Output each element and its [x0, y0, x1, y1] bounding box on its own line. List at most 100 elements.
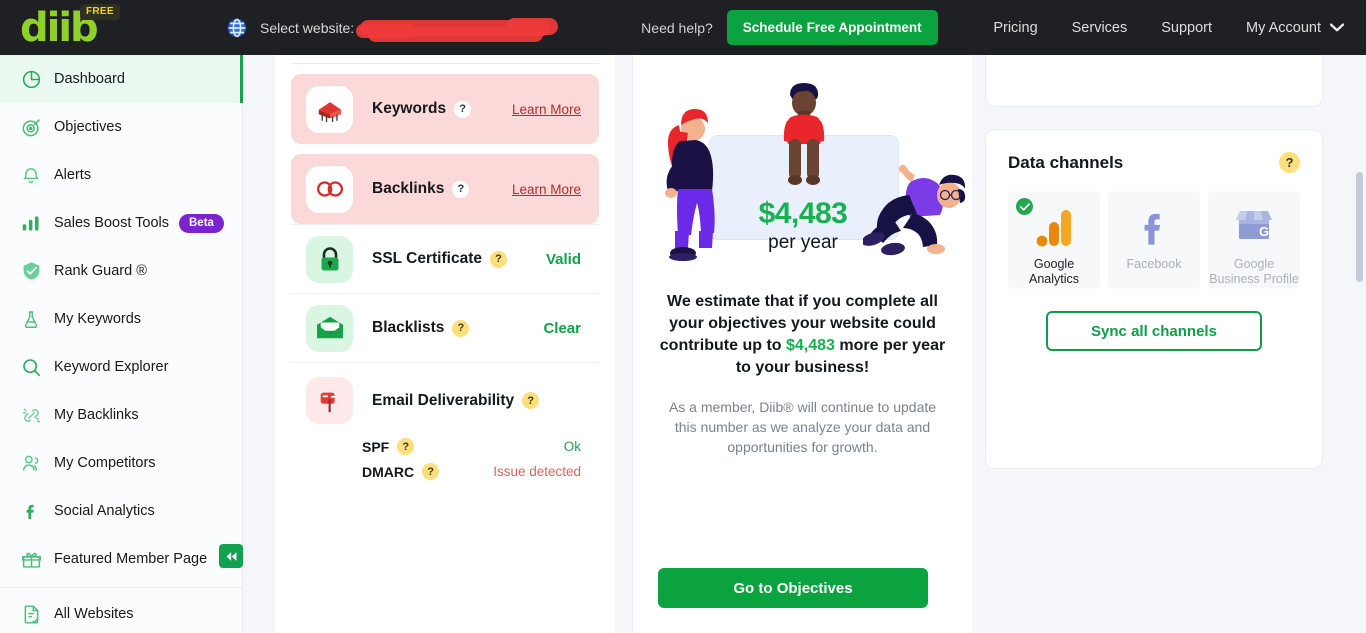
svg-text:G: G [1259, 224, 1269, 239]
sidebar-collapse-button[interactable] [219, 544, 243, 568]
sidebar-item-sales-boost-tools[interactable]: Sales Boost Tools Beta [0, 199, 242, 247]
people-icon [14, 453, 48, 474]
email-row-value: Issue detected [493, 464, 581, 479]
email-row-value: Ok [563, 439, 581, 454]
keywords-icon [306, 85, 353, 133]
sidebar-item-all-websites[interactable]: All Websites [0, 590, 242, 633]
sidebar-label: Objectives [54, 119, 122, 135]
sync-all-channels-button[interactable]: Sync all channels [1046, 311, 1262, 351]
globe-icon [226, 17, 248, 39]
sidebar-item-objectives[interactable]: Objectives [0, 103, 242, 151]
envelope-icon [306, 304, 353, 352]
health-card-backlinks[interactable]: Backlinks ? Learn More [291, 154, 599, 224]
data-channels-grid: Google Analytics Facebook G Google Busin… [1008, 191, 1300, 289]
email-row-spf: SPF ? Ok [362, 434, 599, 459]
right-column: Data channels ? Google Analytics Faceboo… [985, 0, 1345, 469]
email-deliverability-title: Email Deliverability [372, 391, 515, 409]
sidebar-item-my-backlinks[interactable]: My Backlinks [0, 391, 242, 439]
mailbox-icon [306, 377, 353, 424]
beta-badge: Beta [179, 213, 224, 233]
sidebar-label: Dashboard [54, 71, 125, 87]
health-card-keywords[interactable]: Keywords ? Learn More [291, 74, 599, 144]
go-to-objectives-button[interactable]: Go to Objectives [658, 568, 928, 608]
email-row-dmarc: DMARC ? Issue detected [362, 459, 599, 484]
diib-logo[interactable]: diib FREE [20, 0, 130, 55]
question-mark-icon[interactable]: ? [454, 100, 472, 118]
data-channel-google-analytics[interactable]: Google Analytics [1008, 191, 1100, 289]
bell-icon [14, 165, 48, 186]
google-analytics-icon [1036, 210, 1071, 247]
data-channel-facebook[interactable]: Facebook [1108, 191, 1200, 289]
double-chevron-left-icon [226, 551, 236, 561]
estimate-subtext: As a member, Diib® will continue to upda… [668, 399, 937, 455]
google-business-profile-icon: G [1236, 211, 1272, 239]
sidebar-label: Alerts [54, 167, 92, 183]
data-channels-header: Data channels ? [1008, 152, 1300, 173]
estimate-amount: $4,483 [758, 197, 848, 230]
health-card-title: Backlinks [372, 180, 445, 197]
nav-link-pricing[interactable]: Pricing [993, 20, 1037, 36]
logo-free-badge: FREE [80, 4, 120, 20]
health-card-email-deliverability: Email Deliverability ? SPF ? Ok DMARC ? … [291, 363, 599, 484]
nav-link-my-account[interactable]: My Account [1246, 20, 1344, 36]
estimate-column: $4,483 per year We estimate that if you … [632, 55, 972, 633]
health-card-ssl-certificate[interactable]: SSL Certificate ? Valid [291, 225, 599, 293]
learn-more-link[interactable]: Learn More [512, 182, 581, 197]
email-row-key: SPF [362, 438, 390, 455]
question-mark-icon[interactable]: ? [1279, 152, 1300, 173]
chevron-down-icon [1330, 23, 1344, 32]
page-scrollbar-track[interactable] [1354, 55, 1364, 633]
page-scrollbar-thumb[interactable] [1356, 172, 1363, 282]
facebook-icon [14, 501, 48, 522]
my-account-label: My Account [1246, 19, 1321, 36]
lock-icon [306, 235, 353, 283]
data-channel-google-business-profile[interactable]: G Google Business Profile [1208, 191, 1300, 289]
data-channel-label: Google Business Profile [1209, 257, 1299, 286]
selected-website-redacted[interactable] [356, 15, 559, 42]
link-sparkle-icon [14, 405, 48, 426]
sidebar-item-my-keywords[interactable]: My Keywords [0, 295, 242, 343]
sidebar-label: My Keywords [54, 311, 142, 327]
flask-icon [14, 309, 48, 330]
estimate-illustration: $4,483 per year [633, 77, 973, 277]
gift-icon [14, 549, 48, 570]
question-mark-icon[interactable]: ? [452, 319, 470, 337]
sidebar-item-keyword-explorer[interactable]: Keyword Explorer [0, 343, 242, 391]
sidebar-item-featured-member-page[interactable]: Featured Member Page [0, 535, 242, 583]
question-mark-icon[interactable]: ? [522, 392, 540, 409]
connected-check-icon [1016, 198, 1033, 215]
question-mark-icon[interactable]: ? [422, 463, 440, 480]
health-card-title: SSL Certificate [372, 250, 482, 267]
shield-check-icon [14, 260, 48, 282]
sidebar-divider [0, 587, 242, 588]
website-health-column: Keywords ? Learn More Backlinks ? Learn … [275, 55, 615, 633]
schedule-appointment-button[interactable]: Schedule Free Appointment [726, 10, 938, 45]
sidebar-item-my-competitors[interactable]: My Competitors [0, 439, 242, 487]
learn-more-link[interactable]: Learn More [512, 102, 581, 117]
health-card-title: Blacklists [372, 319, 445, 336]
sidebar-item-alerts[interactable]: Alerts [0, 151, 242, 199]
sidebar-label: Keyword Explorer [54, 359, 169, 375]
pie-chart-icon [14, 69, 48, 90]
top-navigation-bar: diib FREE Select website: Need help? Sch… [0, 0, 1366, 55]
sidebar-label: All Websites [54, 606, 134, 622]
sidebar-item-dashboard[interactable]: Dashboard [0, 55, 243, 103]
nav-link-services[interactable]: Services [1072, 20, 1128, 36]
person-sitting-center-illustration [783, 83, 825, 185]
health-card-status: Valid [545, 250, 581, 268]
sidebar-item-social-analytics[interactable]: Social Analytics [0, 487, 242, 535]
bar-chart-icon [14, 213, 48, 234]
top-nav-links: Pricing Services Support My Account [959, 20, 1344, 36]
sidebar-item-rank-guard[interactable]: Rank Guard ® [0, 247, 242, 295]
nav-link-support[interactable]: Support [1161, 20, 1212, 36]
question-mark-icon[interactable]: ? [489, 250, 507, 268]
estimate-period: per year [768, 232, 838, 253]
health-card-status: Clear [543, 319, 581, 337]
health-card-blacklists[interactable]: Blacklists ? Clear [291, 294, 599, 362]
question-mark-icon[interactable]: ? [397, 438, 415, 455]
estimate-headline: We estimate that if you complete all you… [659, 291, 946, 379]
email-row-key: DMARC [362, 463, 415, 480]
sidebar-label: Sales Boost Tools [54, 215, 169, 231]
data-channels-card: Data channels ? Google Analytics Faceboo… [985, 129, 1323, 469]
question-mark-icon[interactable]: ? [452, 180, 470, 198]
